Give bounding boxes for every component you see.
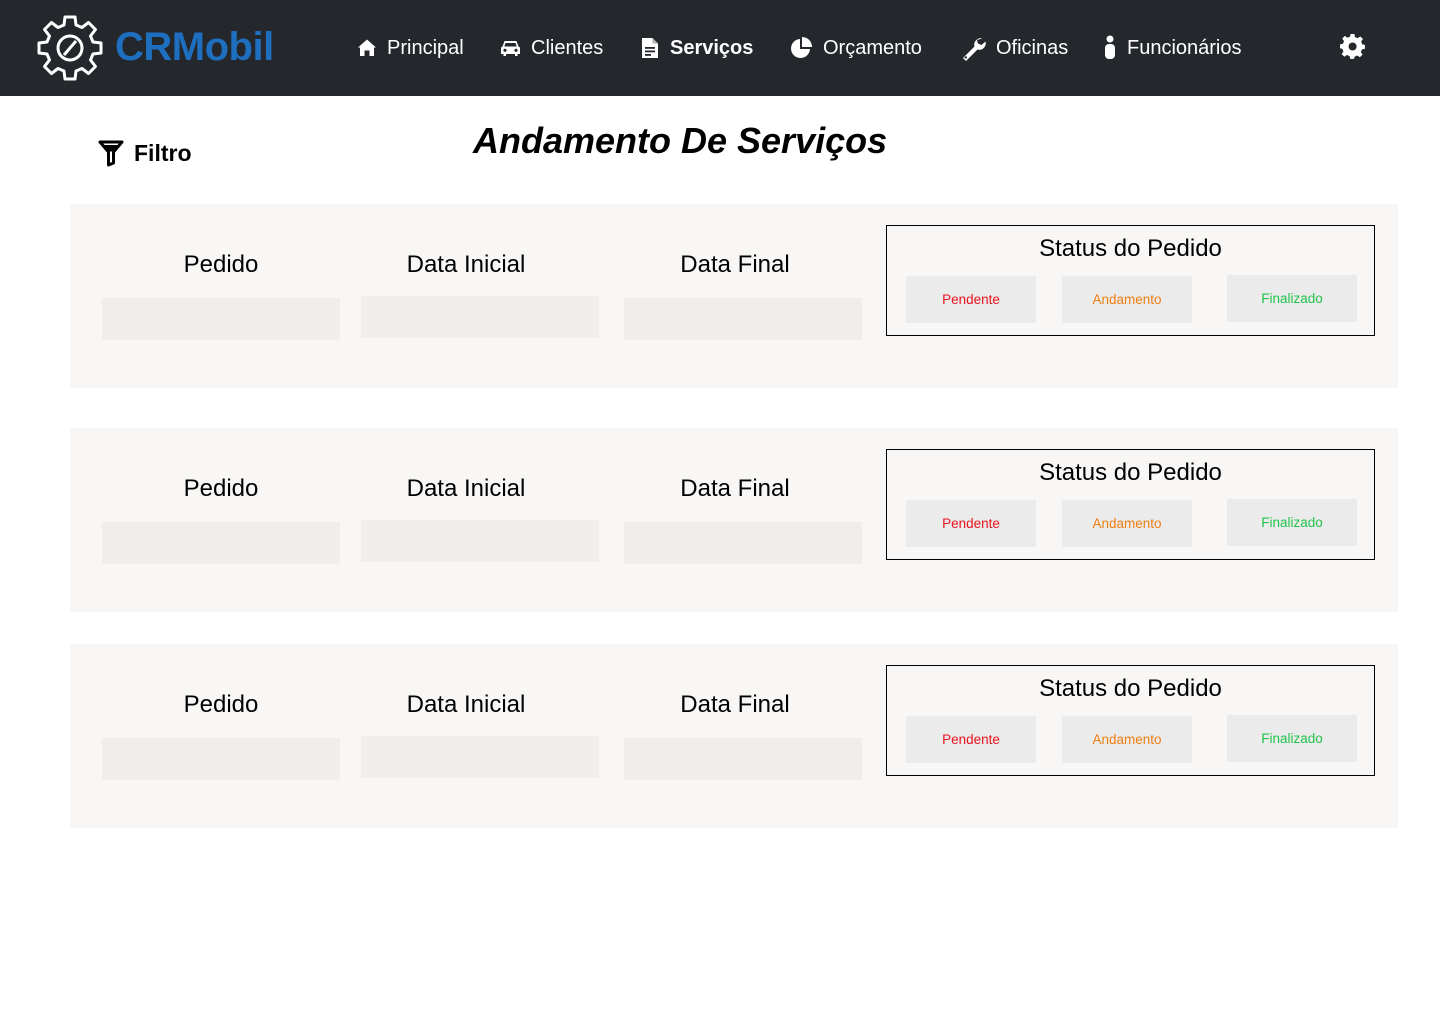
nav-item-principal[interactable]: Principal: [357, 32, 464, 64]
nav-label-principal: Principal: [387, 36, 464, 59]
nav-item-clientes[interactable]: Clientes: [500, 32, 603, 64]
data-inicial-field[interactable]: [361, 520, 599, 562]
status-andamento-button[interactable]: Andamento: [1062, 716, 1192, 763]
status-finalizado-button[interactable]: Finalizado: [1227, 275, 1357, 322]
pedido-field[interactable]: [102, 522, 340, 564]
page-title: Andamento De Serviços: [473, 120, 888, 161]
status-title: Status do Pedido: [1039, 459, 1222, 486]
status-pendente-button[interactable]: Pendente: [906, 500, 1036, 547]
data-final-label: Data Final: [680, 251, 790, 278]
filter-label: Filtro: [134, 139, 192, 166]
data-inicial-field[interactable]: [361, 736, 599, 778]
pedido-label: Pedido: [183, 691, 259, 718]
data-final-field[interactable]: [624, 738, 862, 780]
brand-name[interactable]: CRMobil: [115, 22, 274, 72]
status-title: Status do Pedido: [1039, 675, 1222, 702]
car-icon: [501, 41, 520, 56]
data-final-label: Data Final: [680, 475, 790, 502]
wrench-icon: [963, 38, 986, 61]
nav-item-orcamento[interactable]: Orçamento: [789, 32, 922, 64]
data-final-label: Data Final: [680, 691, 790, 718]
service-card: Pedido Data Inicial Data Final Status do…: [70, 644, 1398, 828]
gear-icon[interactable]: [1340, 34, 1366, 60]
top-navbar: CRMobil Principal Clientes Serviços Orça…: [0, 0, 1440, 96]
data-inicial-label: Data Inicial: [406, 251, 526, 278]
data-inicial-label: Data Inicial: [406, 691, 526, 718]
status-andamento-button[interactable]: Andamento: [1062, 276, 1192, 323]
pedido-label: Pedido: [183, 251, 259, 278]
pie-chart-icon: [791, 37, 812, 58]
home-icon: [358, 39, 376, 56]
status-box: Status do Pedido Pendente Andamento Fina…: [886, 665, 1375, 776]
nav-item-oficinas[interactable]: Oficinas: [960, 32, 1068, 64]
nav-label-funcionarios: Funcionários: [1127, 36, 1242, 59]
nav-item-funcionarios[interactable]: Funcionários: [1103, 32, 1242, 64]
status-title: Status do Pedido: [1039, 235, 1222, 262]
status-box: Status do Pedido Pendente Andamento Fina…: [886, 449, 1375, 560]
nav-item-servicos[interactable]: Serviços: [640, 32, 753, 64]
status-andamento-button[interactable]: Andamento: [1062, 500, 1192, 547]
data-inicial-field[interactable]: [361, 296, 599, 338]
data-inicial-label: Data Inicial: [406, 475, 526, 502]
nav-label-orcamento: Orçamento: [823, 36, 922, 59]
person-icon: [1105, 35, 1115, 59]
status-finalizado-button[interactable]: Finalizado: [1227, 499, 1357, 546]
service-card: Pedido Data Inicial Data Final Status do…: [70, 428, 1398, 612]
document-icon: [642, 38, 658, 58]
status-finalizado-button[interactable]: Finalizado: [1227, 715, 1357, 762]
status-pendente-button[interactable]: Pendente: [906, 276, 1036, 323]
gear-logo-icon: [37, 15, 103, 81]
pedido-field[interactable]: [102, 738, 340, 780]
data-final-field[interactable]: [624, 298, 862, 340]
nav-label-oficinas: Oficinas: [996, 36, 1069, 59]
service-card: Pedido Data Inicial Data Final Status do…: [70, 204, 1398, 388]
status-box: Status do Pedido Pendente Andamento Fina…: [886, 225, 1375, 336]
nav-label-clientes: Clientes: [531, 36, 604, 59]
nav-label-servicos: Serviços: [670, 36, 754, 59]
filter-icon: [98, 140, 124, 167]
data-final-field[interactable]: [624, 522, 862, 564]
status-pendente-button[interactable]: Pendente: [906, 716, 1036, 763]
pedido-label: Pedido: [183, 475, 259, 502]
filter-button[interactable]: Filtro: [98, 139, 192, 167]
pedido-field[interactable]: [102, 298, 340, 340]
